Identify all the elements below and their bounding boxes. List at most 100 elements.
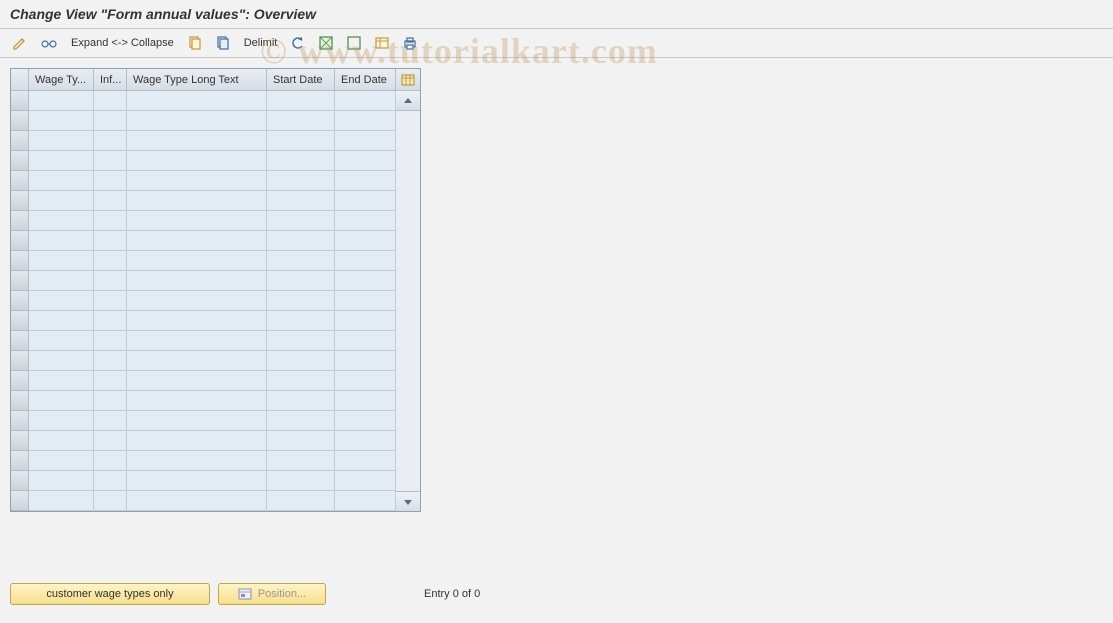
cell[interactable] (267, 291, 335, 311)
table-row[interactable] (11, 391, 396, 411)
cell[interactable] (29, 431, 94, 451)
customer-wage-types-only-button[interactable]: customer wage types only (10, 583, 210, 605)
cell[interactable] (94, 411, 127, 431)
cell[interactable] (335, 131, 396, 151)
cell[interactable] (94, 231, 127, 251)
cell[interactable] (267, 231, 335, 251)
table-row[interactable] (11, 91, 396, 111)
cell[interactable] (335, 371, 396, 391)
row-selector[interactable] (11, 411, 29, 431)
cell[interactable] (94, 371, 127, 391)
cell[interactable] (127, 331, 267, 351)
cell[interactable] (94, 271, 127, 291)
cell[interactable] (29, 371, 94, 391)
cell[interactable] (29, 471, 94, 491)
table-row[interactable] (11, 471, 396, 491)
cell[interactable] (335, 191, 396, 211)
cell[interactable] (267, 111, 335, 131)
table-row[interactable] (11, 431, 396, 451)
row-selector[interactable] (11, 231, 29, 251)
row-selector[interactable] (11, 251, 29, 271)
cell[interactable] (127, 251, 267, 271)
row-selector[interactable] (11, 371, 29, 391)
row-selector[interactable] (11, 151, 29, 171)
vertical-scrollbar[interactable] (396, 91, 420, 511)
cell[interactable] (267, 331, 335, 351)
cell[interactable] (94, 251, 127, 271)
cell[interactable] (29, 131, 94, 151)
cell[interactable] (94, 351, 127, 371)
delimit-button[interactable]: Delimit (239, 33, 283, 53)
position-button[interactable]: Position... (218, 583, 326, 605)
table-settings-icon[interactable] (370, 33, 394, 53)
cell[interactable] (335, 231, 396, 251)
row-selector[interactable] (11, 431, 29, 451)
copy-icon[interactable] (183, 33, 207, 53)
cell[interactable] (335, 171, 396, 191)
cell[interactable] (29, 171, 94, 191)
undo-icon[interactable] (286, 33, 310, 53)
cell[interactable] (127, 391, 267, 411)
cell[interactable] (127, 111, 267, 131)
cell[interactable] (29, 151, 94, 171)
cell[interactable] (94, 171, 127, 191)
cell[interactable] (127, 491, 267, 511)
select-all-icon[interactable] (314, 33, 338, 53)
table-row[interactable] (11, 111, 396, 131)
cell[interactable] (267, 491, 335, 511)
row-selector[interactable] (11, 491, 29, 511)
change-icon[interactable] (8, 33, 32, 53)
cell[interactable] (29, 291, 94, 311)
table-row[interactable] (11, 311, 396, 331)
cell[interactable] (29, 271, 94, 291)
table-row[interactable] (11, 211, 396, 231)
cell[interactable] (335, 151, 396, 171)
cell[interactable] (267, 211, 335, 231)
row-selector[interactable] (11, 471, 29, 491)
row-selector[interactable] (11, 271, 29, 291)
col-header-longtext[interactable]: Wage Type Long Text (127, 69, 267, 91)
row-selector[interactable] (11, 391, 29, 411)
row-selector[interactable] (11, 91, 29, 111)
cell[interactable] (29, 311, 94, 331)
cell[interactable] (29, 411, 94, 431)
col-header-enddate[interactable]: End Date (335, 69, 396, 91)
cell[interactable] (335, 391, 396, 411)
cell[interactable] (127, 211, 267, 231)
cell[interactable] (94, 311, 127, 331)
cell[interactable] (335, 331, 396, 351)
row-selector[interactable] (11, 131, 29, 151)
cell[interactable] (127, 371, 267, 391)
row-selector[interactable] (11, 451, 29, 471)
cell[interactable] (127, 131, 267, 151)
cell[interactable] (94, 331, 127, 351)
scroll-up-icon[interactable] (396, 91, 420, 111)
cell[interactable] (127, 191, 267, 211)
copy-as-icon[interactable] (211, 33, 235, 53)
row-selector[interactable] (11, 311, 29, 331)
row-selector[interactable] (11, 171, 29, 191)
cell[interactable] (29, 251, 94, 271)
col-header-wagetype[interactable]: Wage Ty... (29, 69, 94, 91)
cell[interactable] (127, 431, 267, 451)
table-row[interactable] (11, 271, 396, 291)
cell[interactable] (335, 451, 396, 471)
row-selector[interactable] (11, 211, 29, 231)
cell[interactable] (94, 471, 127, 491)
table-config-icon[interactable] (396, 69, 420, 91)
cell[interactable] (29, 391, 94, 411)
cell[interactable] (335, 271, 396, 291)
cell[interactable] (94, 451, 127, 471)
cell[interactable] (267, 471, 335, 491)
cell[interactable] (267, 351, 335, 371)
table-row[interactable] (11, 231, 396, 251)
cell[interactable] (335, 251, 396, 271)
cell[interactable] (127, 351, 267, 371)
print-icon[interactable] (398, 33, 422, 53)
cell[interactable] (267, 271, 335, 291)
cell[interactable] (127, 311, 267, 331)
cell[interactable] (94, 211, 127, 231)
cell[interactable] (29, 451, 94, 471)
cell[interactable] (267, 91, 335, 111)
cell[interactable] (335, 351, 396, 371)
